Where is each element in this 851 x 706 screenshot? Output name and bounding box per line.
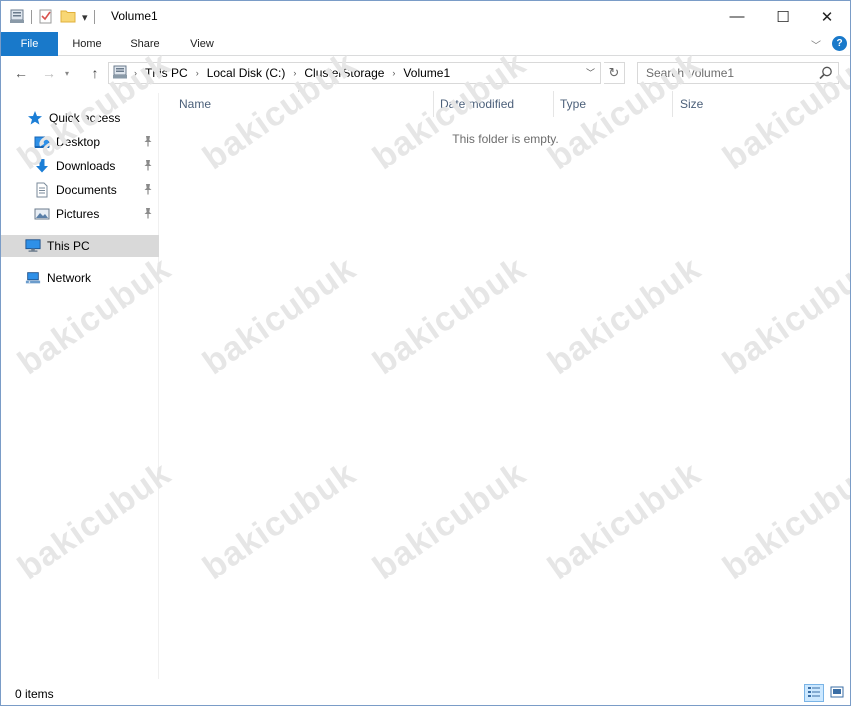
search-box[interactable] [637,62,839,84]
breadcrumb-local-disk[interactable]: Local Disk (C:) [207,66,286,80]
sidebar-item-label: Pictures [56,207,100,221]
network-icon [25,270,41,286]
sidebar-item-label: Downloads [56,159,116,173]
column-divider[interactable] [433,91,434,117]
recent-locations-icon[interactable]: ▾ [61,62,73,84]
details-view-button[interactable] [804,684,824,702]
breadcrumb-separator[interactable]: › [392,68,395,78]
documents-icon [34,182,50,198]
sidebar-item-label: This PC [47,239,90,253]
refresh-button[interactable]: ↻ [604,62,625,84]
tab-file[interactable]: File [1,32,58,56]
downloads-icon [34,158,50,174]
navigation-pane: Quick access Desktop Downloads Documents… [1,93,159,679]
search-icon[interactable] [818,65,834,84]
minimize-button[interactable]: — [714,1,760,32]
pin-icon[interactable] [143,159,153,174]
quick-access-toolbar: ▾ [9,7,95,27]
breadcrumb-this-pc[interactable]: This PC [145,66,188,80]
pin-icon[interactable] [143,183,153,198]
navigation-bar: ← → ▾ ↑ › This PC › Local Disk (C:) › Cl… [1,57,850,89]
breadcrumb-separator[interactable]: › [293,68,296,78]
breadcrumb-separator[interactable]: › [196,68,199,78]
details-view-icon [807,686,821,701]
sort-ascending-icon: ^ [298,86,304,98]
breadcrumb-separator[interactable]: › [134,68,137,78]
sidebar-item-desktop[interactable]: Desktop [1,131,159,153]
sidebar-item-label: Quick access [49,111,121,125]
maximize-button[interactable]: ☐ [760,1,806,32]
toolbar-separator [31,10,32,24]
item-count: 0 items [15,687,54,701]
search-input[interactable] [638,63,814,83]
sidebar-item-documents[interactable]: Documents [1,179,159,201]
sidebar-item-network[interactable]: Network [1,267,159,289]
tab-home[interactable]: Home [61,32,113,56]
column-header-type[interactable]: Type [560,97,586,117]
help-icon[interactable]: ? [832,36,847,51]
pin-icon[interactable] [143,207,153,222]
status-bar: 0 items [1,681,850,705]
new-folder-icon[interactable] [38,8,54,27]
large-icons-view-icon [830,686,844,701]
breadcrumb-cluster-storage[interactable]: ClusterStorage [304,66,384,80]
address-dropdown-icon[interactable]: ﹀ [586,66,595,79]
sidebar-item-downloads[interactable]: Downloads [1,155,159,177]
computer-icon [112,64,128,83]
folder-icon[interactable] [60,8,76,27]
sidebar-item-this-pc[interactable]: This PC [1,235,159,257]
sidebar-item-label: Desktop [56,135,101,149]
close-button[interactable]: ✕ [804,1,850,32]
customize-dropdown-icon[interactable]: ▾ [82,11,88,24]
properties-icon[interactable] [9,8,25,27]
empty-folder-message: This folder is empty. [452,132,559,146]
explorer-window: ▾ Volume1 — ☐ ✕ File Home Share View ﹀ ?… [0,0,851,706]
sidebar-item-label: Network [47,271,92,285]
column-header-size[interactable]: Size [680,97,703,117]
window-title: Volume1 [111,9,158,23]
tab-view[interactable]: View [176,32,228,56]
forward-button[interactable]: → [39,62,59,84]
tab-share[interactable]: Share [119,32,171,56]
toolbar-separator [93,10,95,24]
sidebar-item-quick-access[interactable]: Quick access [1,107,159,129]
back-button[interactable]: ← [11,62,31,84]
title-bar: ▾ Volume1 — ☐ ✕ [1,1,850,32]
up-button[interactable]: ↑ [85,62,105,84]
sidebar-item-pictures[interactable]: Pictures [1,203,159,225]
breadcrumb-volume1[interactable]: Volume1 [403,66,450,80]
star-icon [27,110,43,126]
large-icons-view-button[interactable] [827,684,847,702]
desktop-folder-icon [34,134,50,150]
computer-icon [25,238,41,254]
expand-ribbon-icon[interactable]: ﹀ [811,37,821,52]
ribbon-tabs: File Home Share View ﹀ ? [1,32,850,56]
pin-icon[interactable] [143,135,153,150]
column-divider[interactable] [553,91,554,117]
column-divider[interactable] [672,91,673,117]
address-bar[interactable]: › This PC › Local Disk (C:) › ClusterSto… [108,62,601,84]
sidebar-item-label: Documents [56,183,117,197]
pictures-icon [34,206,50,222]
column-header-name[interactable]: Name [179,97,211,117]
column-header-date-modified[interactable]: Date modified [440,97,514,117]
file-list[interactable]: ^ Name Date modified Type Size This fold… [161,86,850,679]
